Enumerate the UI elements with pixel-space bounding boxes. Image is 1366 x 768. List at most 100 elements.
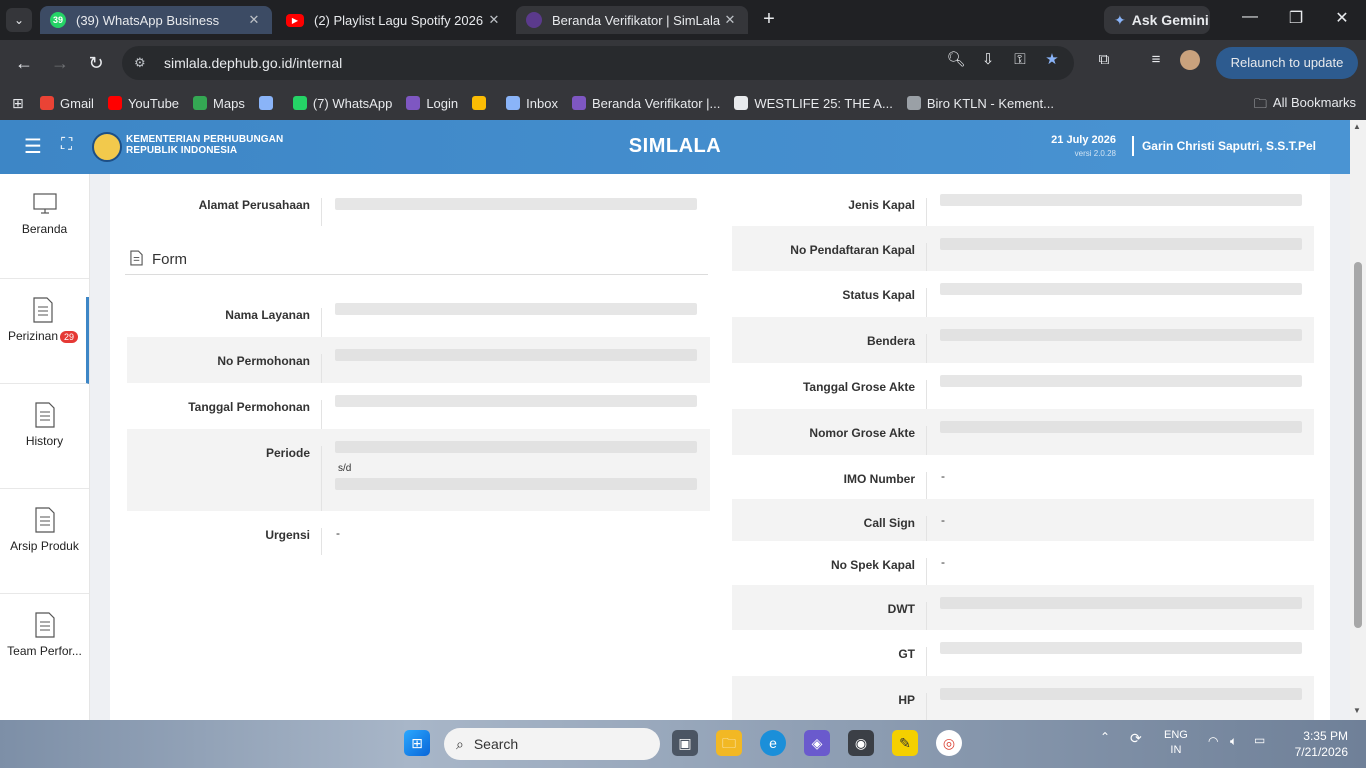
bookmark-item[interactable]: Biro KTLN - Kement... xyxy=(906,96,1054,111)
scroll-up-arrow-icon[interactable]: ▲ xyxy=(1353,122,1361,131)
sidebar-item-arsip-produk[interactable]: Arsip Produk xyxy=(0,507,89,594)
relaunch-button[interactable]: Relaunch to update xyxy=(1216,47,1358,79)
gemini-icon: ✦ xyxy=(1114,11,1126,28)
current-date: 21 July 2026 xyxy=(1051,134,1116,146)
app-title: SIMLALA xyxy=(628,135,722,157)
install-app-icon[interactable]: ⇩ xyxy=(976,48,1000,72)
wifi-icon[interactable]: ◠ xyxy=(1208,734,1218,748)
chrome-icon[interactable]: ◎ xyxy=(936,730,962,756)
camera-icon[interactable]: ◉ xyxy=(848,730,874,756)
search-icon: ⌕ xyxy=(456,735,464,752)
bookmark-item[interactable] xyxy=(258,96,279,110)
vessel-row: Bendera xyxy=(732,317,1314,363)
sidebar-item-perizinan[interactable]: Perizinan 29 xyxy=(0,297,89,384)
globe-icon xyxy=(906,96,921,110)
close-window-button[interactable]: ✕ xyxy=(1322,8,1362,28)
password-key-icon[interactable]: ⚿ xyxy=(1008,48,1032,72)
bookmark-label: WESTLIFE 25: THE A... xyxy=(754,95,893,111)
bookmark-item[interactable]: Gmail xyxy=(40,96,94,111)
field-label: Periode xyxy=(127,446,322,511)
tab-title: (39) WhatsApp Business xyxy=(76,12,220,28)
tab-spotify-playlist[interactable]: ▶ (2) Playlist Lagu Spotify 2026 Te ✕ xyxy=(276,6,512,34)
sidebar-item-team-performance[interactable]: Team Perfor... xyxy=(0,612,89,699)
system-clock[interactable]: 3:35 PM 7/21/2026 xyxy=(1295,728,1348,760)
sidebar-item-beranda[interactable]: Beranda xyxy=(0,192,89,279)
sticky-notes-icon[interactable]: ✎ xyxy=(892,730,918,756)
bookmark-item[interactable]: (7) WhatsApp xyxy=(292,95,393,111)
vessel-row: No Spek Kapal - xyxy=(732,541,1314,585)
vessel-row: DWT xyxy=(732,585,1314,630)
forward-arrow-icon[interactable]: → xyxy=(48,51,72,75)
media-control-icon[interactable]: ≡ xyxy=(1144,48,1168,72)
show-hidden-icons-icon[interactable]: ⌃ xyxy=(1100,730,1110,744)
task-view-icon[interactable]: ▣ xyxy=(672,730,698,756)
address-bar[interactable]: ⚙ simlala.dephub.go.id/internal xyxy=(122,46,1074,80)
bookmark-item[interactable]: Maps xyxy=(193,96,245,111)
loading-placeholder xyxy=(335,441,697,453)
bookmark-item[interactable]: Inbox xyxy=(506,96,558,111)
close-tab-icon[interactable]: ✕ xyxy=(486,12,502,28)
hamburger-menu-icon[interactable]: ☰ xyxy=(24,137,42,157)
scrollbar-thumb[interactable] xyxy=(1354,262,1362,628)
folder-icon: 🗀 xyxy=(1253,96,1267,111)
close-tab-icon[interactable]: ✕ xyxy=(246,12,262,28)
sync-icon[interactable]: ⟳ xyxy=(1130,730,1142,747)
battery-icon[interactable]: ▭ xyxy=(1254,733,1265,747)
form-row: Nama Layanan xyxy=(127,291,710,337)
bookmark-label: Inbox xyxy=(526,95,558,111)
field-value: s/d xyxy=(322,441,710,511)
bookmark-item[interactable]: WESTLIFE 25: THE A... xyxy=(734,95,893,111)
field-label: Bendera xyxy=(732,334,927,363)
site-info-icon[interactable]: ⚙ xyxy=(134,55,154,71)
bookmark-star-icon[interactable]: ★ xyxy=(1040,48,1064,72)
simlala-icon xyxy=(406,96,421,110)
field-label: GT xyxy=(732,647,927,676)
pinwheel-icon xyxy=(472,96,487,110)
volume-icon[interactable]: 🔈︎ xyxy=(1230,734,1237,749)
main-content: Alamat Perusahaan Form Nama Layanan No P… xyxy=(90,174,1350,720)
extensions-icon[interactable]: ⧉ xyxy=(1092,48,1116,72)
simlala-icon xyxy=(571,96,586,110)
bookmark-item[interactable]: Beranda Verifikator |... xyxy=(571,95,721,111)
document-icon xyxy=(34,612,55,638)
bookmark-item[interactable] xyxy=(472,96,492,110)
bookmark-item[interactable]: Login xyxy=(406,96,458,111)
page-scrollbar[interactable]: ▲ ▼ xyxy=(1350,120,1366,720)
close-tab-icon[interactable]: ✕ xyxy=(722,12,738,28)
bookmark-item[interactable]: YouTube xyxy=(107,96,179,111)
fullscreen-icon[interactable]: ⛶ xyxy=(61,136,72,154)
sidebar-item-history[interactable]: History xyxy=(0,402,89,489)
profile-avatar[interactable] xyxy=(1180,50,1200,70)
field-label: Tanggal Grose Akte xyxy=(732,380,927,409)
zoom-icon[interactable]: 🔍︎ xyxy=(944,48,968,72)
bookmark-label: (7) WhatsApp xyxy=(312,95,393,111)
minimize-button[interactable]: — xyxy=(1230,8,1270,26)
all-bookmarks-button[interactable]: 🗀 All Bookmarks xyxy=(1254,95,1356,117)
simlala-icon xyxy=(526,12,542,28)
user-name[interactable]: Garin Christi Saputri, S.S.T.Pel xyxy=(1142,139,1316,153)
ask-gemini-button[interactable]: ✦ Ask Gemini xyxy=(1104,6,1210,34)
scroll-down-arrow-icon[interactable]: ▼ xyxy=(1353,706,1361,715)
form-row: Urgensi - xyxy=(127,511,710,555)
apps-grid-icon[interactable]: ⊞ xyxy=(12,95,28,111)
back-arrow-icon[interactable]: ← xyxy=(12,51,36,75)
field-value: - xyxy=(927,555,1314,585)
reload-icon[interactable]: ↻ xyxy=(84,51,108,75)
taskbar-search[interactable]: ⌕ Search xyxy=(444,728,660,760)
tab-simlala-active[interactable]: Beranda Verifikator | SimLala ✕ xyxy=(516,6,748,34)
windows-start-icon[interactable]: ⊞ xyxy=(404,730,430,756)
tab-search-button[interactable]: ⌄ xyxy=(6,8,32,32)
tab-whatsapp[interactable]: 39 (39) WhatsApp Business ✕ xyxy=(40,6,272,34)
copilot-icon[interactable]: ◈ xyxy=(804,730,830,756)
bookmark-label: Beranda Verifikator |... xyxy=(591,95,721,111)
whatsapp-icon: 39 xyxy=(50,12,66,28)
edge-icon[interactable]: e xyxy=(760,730,786,756)
file-explorer-icon[interactable]: 🗀 xyxy=(716,730,742,756)
field-label: No Pendaftaran Kapal xyxy=(732,243,927,271)
tab-title: (2) Playlist Lagu Spotify 2026 Te xyxy=(314,12,486,28)
language-indicator[interactable]: ENG IN xyxy=(1164,728,1188,758)
new-tab-button[interactable]: + xyxy=(758,8,780,32)
vessel-row: Tanggal Grose Akte xyxy=(732,363,1314,409)
form-section-title: Form xyxy=(152,251,187,268)
maximize-button[interactable]: ❐ xyxy=(1276,8,1316,28)
